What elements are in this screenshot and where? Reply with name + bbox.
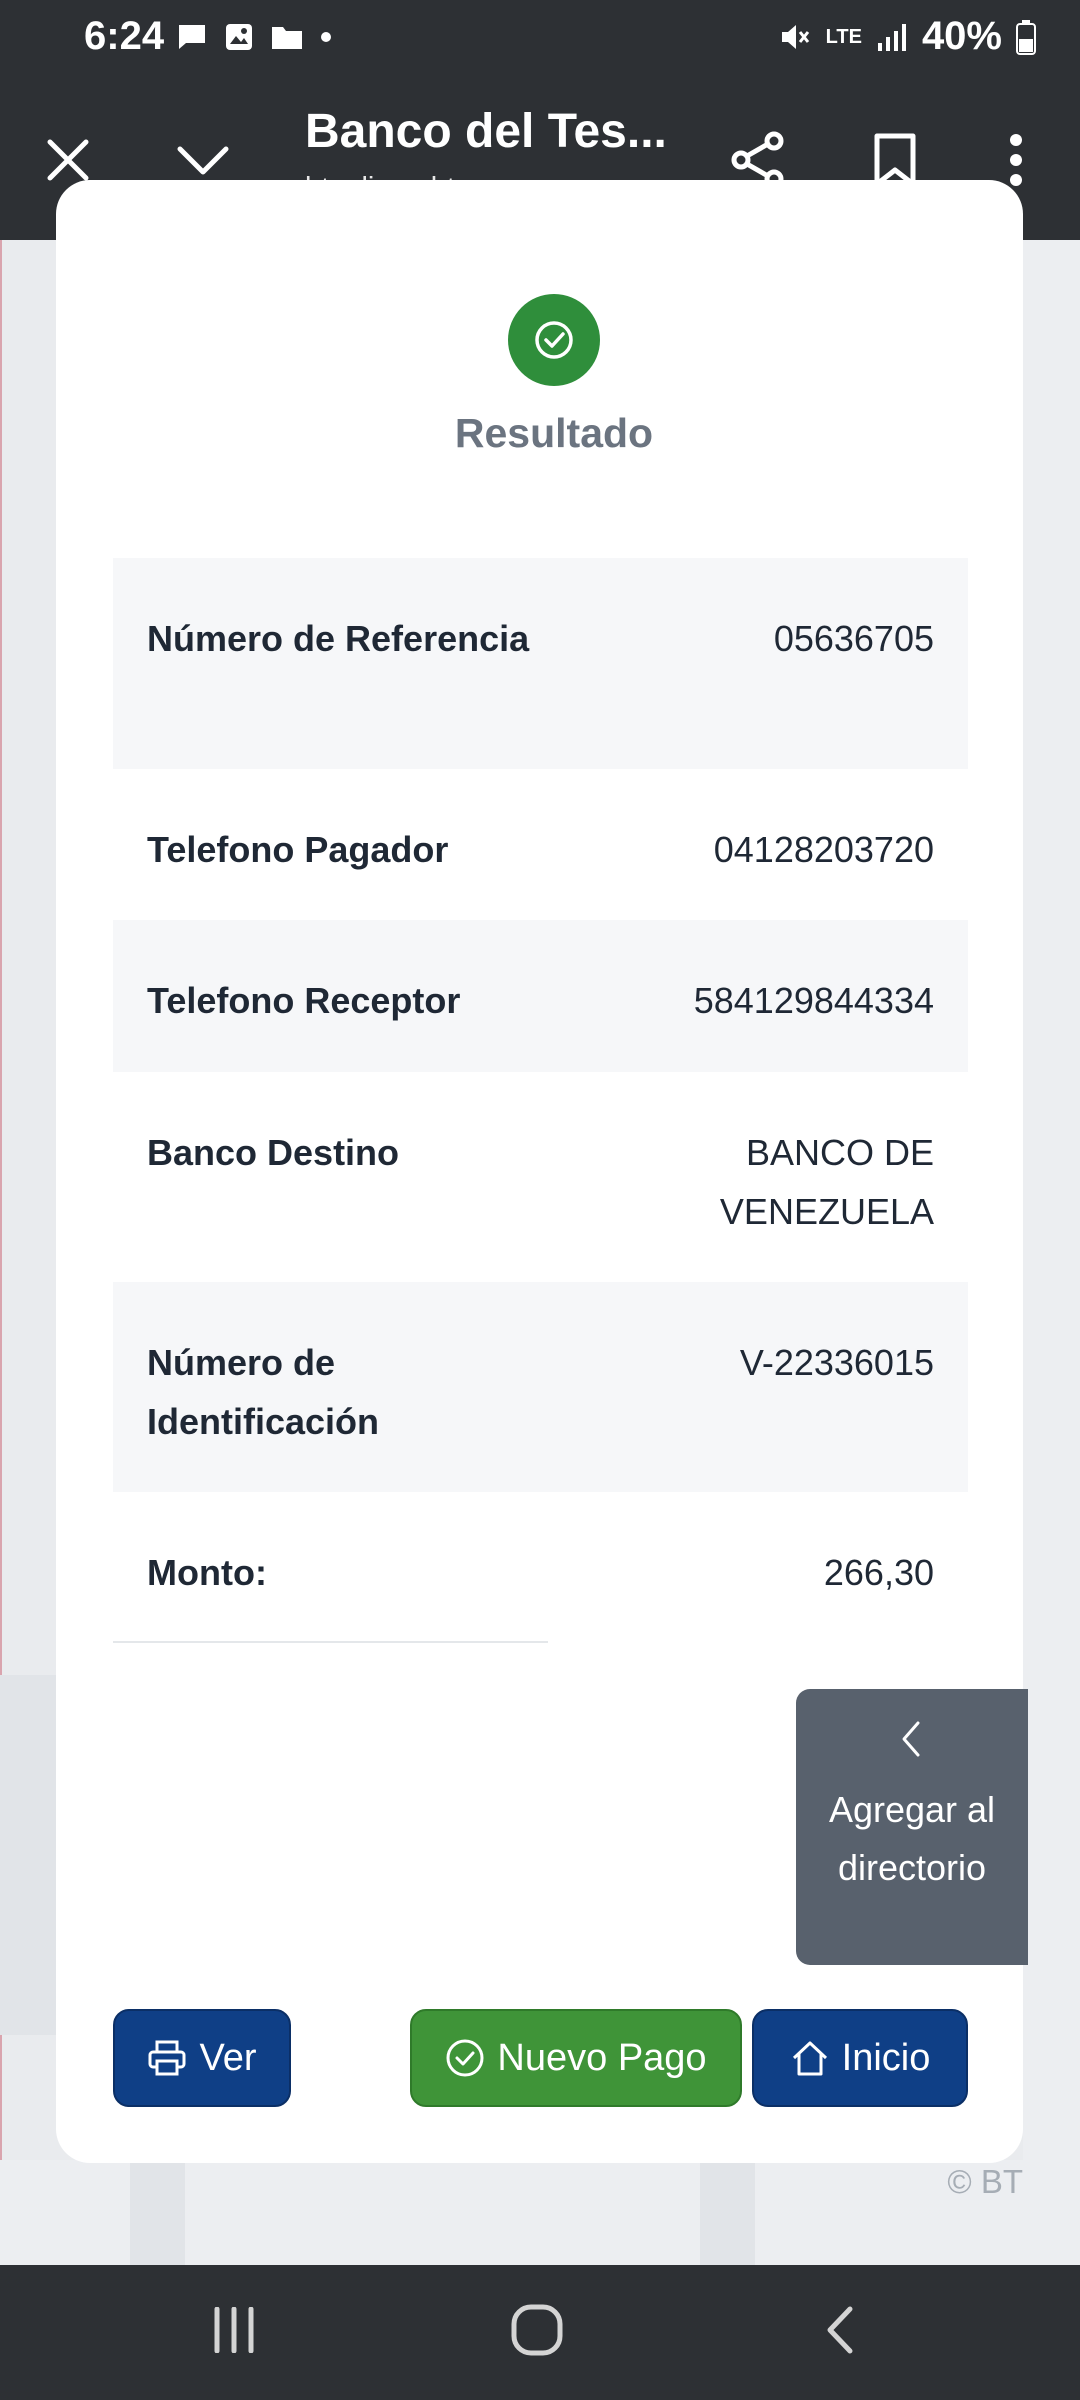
check-circle-icon [446,2039,484,2077]
folder-icon [272,27,302,49]
page-background-column [700,2160,755,2265]
page-background-panel [1023,240,1080,2265]
home-button-label: Inicio [841,2036,931,2079]
new-payment-button[interactable]: Nuevo Pago [410,2009,742,2107]
home-circle-icon [511,2304,563,2356]
detail-value: V-22336015 [739,1342,934,1383]
detail-value: 584129844334 [693,980,934,1021]
result-details: Número de Referencia 05636705 Telefono P… [113,558,968,1642]
copyright: © BT [947,2163,1023,2200]
home-nav-button[interactable] [497,2295,577,2365]
signal-icon [877,23,906,51]
network-type: LTE [825,25,862,48]
add-to-directory-button[interactable]: Agregar al directorio [796,1689,1028,1965]
status-time: 6:24 [84,14,165,58]
status-bar: 6:24 LTE 40% [0,0,1080,78]
detail-label: Número de Referencia [147,618,530,659]
new-payment-label: Nuevo Pago [497,2036,707,2079]
close-icon [47,139,89,181]
back-button[interactable] [800,2295,880,2365]
detail-row-reference: Número de Referencia 05636705 [113,558,968,769]
detail-label: Número de Identificación [147,1342,380,1442]
add-to-directory-label: Agregar al directorio [828,1789,996,1888]
recent-apps-button[interactable] [194,2295,274,2365]
page-title: Banco del Tes... [305,105,667,158]
more-vertical-icon [1010,134,1022,186]
detail-row-amount: Monto: 266,30 [113,1492,968,1642]
notification-icons [176,22,332,52]
chevron-left-icon [902,1721,920,1757]
detail-row-identification: Número de Identificación V-22336015 [113,1282,968,1492]
divider [113,1641,548,1643]
battery-icon [1016,19,1036,55]
detail-label: Banco Destino [147,1132,400,1173]
status-right: LTE 40% [778,14,1036,59]
dot-icon [321,32,331,42]
detail-row-payer-phone: Telefono Pagador 04128203720 [113,769,968,920]
detail-label: Monto: [147,1552,267,1593]
detail-value: 266,30 [823,1552,934,1593]
battery-percent: 40% [921,14,1002,58]
detail-label: Telefono Pagador [147,829,449,870]
home-icon [792,2041,827,2076]
view-button[interactable]: Ver [113,2009,291,2107]
message-icon [179,25,205,49]
detail-value: BANCO DE VENEZUELA [719,1132,934,1232]
detail-value: 04128203720 [713,829,934,870]
detail-row-receiver-phone: Telefono Receptor 584129844334 [113,920,968,1072]
recent-apps-icon [214,2307,254,2353]
image-icon [226,24,252,50]
detail-label: Telefono Receptor [147,980,461,1021]
mute-icon [781,24,809,49]
result-title: Resultado [454,410,654,456]
chevron-down-icon [177,146,229,175]
home-button[interactable]: Inicio [752,2009,968,2107]
printer-icon [148,2040,186,2076]
page-background-column [130,2160,185,2265]
success-check-icon [508,294,600,386]
detail-row-destination-bank: Banco Destino BANCO DE VENEZUELA [113,1072,968,1282]
view-button-label: Ver [199,2036,257,2079]
detail-value: 05636705 [773,618,934,659]
system-navigation-bar [0,2265,1080,2400]
back-icon [827,2306,853,2354]
